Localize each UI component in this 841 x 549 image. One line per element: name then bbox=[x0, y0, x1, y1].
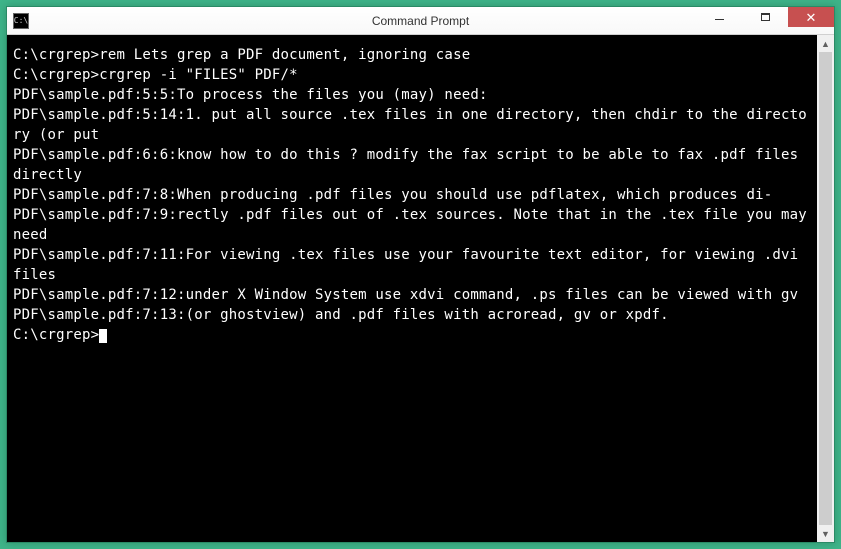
maximize-icon bbox=[761, 13, 770, 21]
minimize-button[interactable] bbox=[696, 7, 742, 27]
titlebar[interactable]: C:\ Command Prompt ✕ bbox=[7, 7, 834, 35]
terminal-line: PDF\sample.pdf:7:11:For viewing .tex fil… bbox=[13, 245, 811, 285]
scroll-track[interactable] bbox=[817, 52, 834, 525]
terminal-line: C:\crgrep>crgrep -i "FILES" PDF/* bbox=[13, 65, 811, 85]
command-prompt-window: C:\ Command Prompt ✕ C:\crgrep>rem Lets … bbox=[6, 6, 835, 543]
minimize-icon bbox=[715, 19, 724, 20]
terminal-line: C:\crgrep>rem Lets grep a PDF document, … bbox=[13, 45, 811, 65]
terminal-line: PDF\sample.pdf:5:5:To process the files … bbox=[13, 85, 811, 105]
close-icon: ✕ bbox=[806, 11, 817, 24]
chevron-up-icon: ▲ bbox=[821, 39, 830, 49]
scroll-down-button[interactable]: ▼ bbox=[817, 525, 834, 542]
terminal-line: PDF\sample.pdf:6:6:know how to do this ?… bbox=[13, 145, 811, 185]
terminal-line: PDF\sample.pdf:7:12:under X Window Syste… bbox=[13, 285, 811, 305]
maximize-button[interactable] bbox=[742, 7, 788, 27]
terminal-line: C:\crgrep> bbox=[13, 325, 811, 345]
chevron-down-icon: ▼ bbox=[821, 529, 830, 539]
vertical-scrollbar[interactable]: ▲ ▼ bbox=[817, 35, 834, 542]
scroll-thumb[interactable] bbox=[819, 52, 832, 525]
terminal-line: PDF\sample.pdf:5:14:1. put all source .t… bbox=[13, 105, 811, 145]
window-title: Command Prompt bbox=[372, 14, 469, 28]
terminal-line: PDF\sample.pdf:7:13:(or ghostview) and .… bbox=[13, 305, 811, 325]
terminal-line: PDF\sample.pdf:7:9:rectly .pdf files out… bbox=[13, 205, 811, 245]
terminal-line: PDF\sample.pdf:7:8:When producing .pdf f… bbox=[13, 185, 811, 205]
terminal-container: C:\crgrep>rem Lets grep a PDF document, … bbox=[7, 35, 834, 542]
close-button[interactable]: ✕ bbox=[788, 7, 834, 27]
window-controls: ✕ bbox=[696, 7, 834, 34]
app-icon: C:\ bbox=[13, 13, 29, 29]
scroll-up-button[interactable]: ▲ bbox=[817, 35, 834, 52]
terminal-output[interactable]: C:\crgrep>rem Lets grep a PDF document, … bbox=[7, 35, 817, 542]
terminal-cursor bbox=[99, 329, 107, 343]
